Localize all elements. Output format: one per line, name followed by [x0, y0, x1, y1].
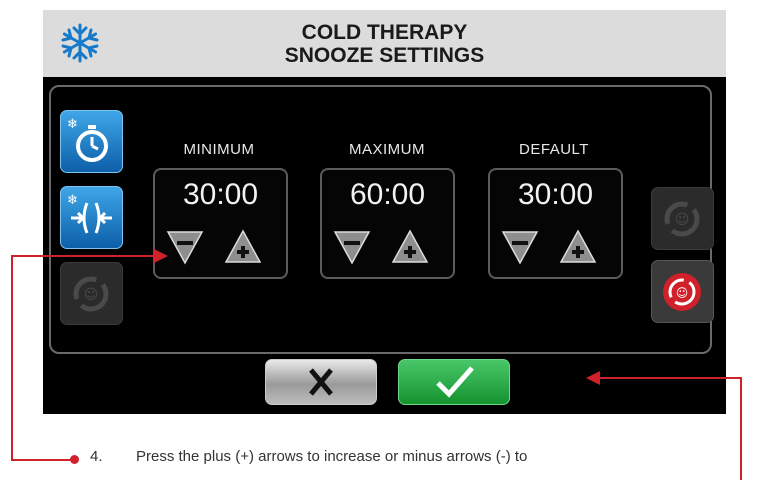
checkmark-icon	[436, 366, 474, 398]
default-increase-button[interactable]	[558, 227, 598, 267]
default-label: DEFAULT	[519, 141, 589, 158]
snooze-button-right-disabled[interactable]: ☺	[651, 187, 714, 250]
device-screen: COLD THERAPY SNOOZE SETTINGS ❄ ❄ ☺ ☺ ☺ M…	[43, 10, 726, 414]
snooze-cycle-icon: ☺	[73, 276, 109, 312]
callout-line-right-vertical	[740, 377, 742, 480]
default-value: 30:00	[517, 178, 594, 211]
callout-dot	[70, 455, 79, 464]
callout-number: 4.	[90, 448, 103, 465]
title-line-2: SNOOZE SETTINGS	[284, 44, 485, 67]
maximum-setting: 60:00	[320, 168, 455, 279]
default-setting: 30:00	[488, 168, 623, 279]
title-line-1: COLD THERAPY	[301, 21, 468, 44]
cold-compress-button[interactable]: ❄	[60, 186, 123, 249]
confirm-button[interactable]	[398, 359, 510, 405]
maximum-increase-button[interactable]	[390, 227, 430, 267]
svg-text:❄: ❄	[67, 117, 78, 132]
minimum-decrease-button[interactable]	[165, 227, 205, 267]
minimum-value: 30:00	[182, 178, 259, 211]
page-title: COLD THERAPY SNOOZE SETTINGS	[43, 21, 726, 67]
callout-line-left-vertical	[11, 256, 13, 461]
svg-text:❄: ❄	[67, 193, 78, 208]
callout-arrowhead-right	[586, 371, 600, 385]
snooze-cycle-icon: ☺	[664, 201, 700, 237]
callout-line-right-horizontal	[598, 377, 742, 379]
minimum-increase-button[interactable]	[223, 227, 263, 267]
cold-compress-icon: ❄	[67, 193, 112, 234]
minimum-label: MINIMUM	[183, 141, 255, 158]
maximum-decrease-button[interactable]	[332, 227, 372, 267]
callout-line-left-horizontal	[11, 255, 159, 257]
callout-line-bottom	[11, 459, 75, 461]
cancel-button[interactable]	[265, 359, 377, 405]
snooze-button-left[interactable]: ☺	[60, 262, 123, 325]
default-decrease-button[interactable]	[500, 227, 540, 267]
maximum-value: 60:00	[349, 178, 426, 211]
maximum-label: MAXIMUM	[349, 141, 425, 158]
snooze-button-right-active[interactable]: ☺	[651, 260, 714, 323]
close-icon	[309, 368, 333, 396]
snooze-cycle-icon: ☺	[663, 273, 701, 311]
callout-arrowhead-left	[154, 249, 168, 263]
callout-text: Press the plus (+) arrows to increase or…	[136, 448, 528, 465]
svg-text:☺: ☺	[84, 287, 99, 303]
header-bar: COLD THERAPY SNOOZE SETTINGS	[43, 10, 726, 77]
minimum-setting: 30:00	[153, 168, 288, 279]
cold-timer-icon: ❄	[67, 117, 108, 162]
cold-timer-button[interactable]: ❄	[60, 110, 123, 173]
svg-text:☺: ☺	[676, 286, 689, 300]
svg-text:☺: ☺	[675, 212, 690, 228]
